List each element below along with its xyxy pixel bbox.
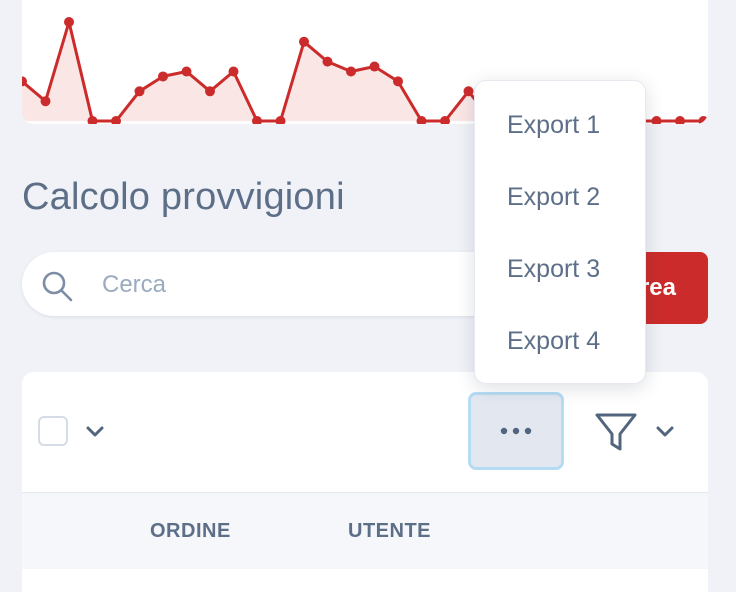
export-dropdown-menu: Export 1 Export 2 Export 3 Export 4 xyxy=(474,80,646,384)
sparkline-point xyxy=(346,66,356,77)
sparkline-point xyxy=(299,36,309,47)
filter-icon[interactable] xyxy=(594,410,638,454)
ellipsis-icon xyxy=(500,427,532,435)
sparkline-point xyxy=(675,116,685,124)
sparkline-point xyxy=(369,61,380,72)
sparkline-point xyxy=(463,86,474,97)
sparkline-point xyxy=(134,86,145,97)
sparkline-point xyxy=(205,86,215,97)
sparkline-point xyxy=(40,96,51,107)
search-input[interactable] xyxy=(100,264,484,306)
menu-item-export-2[interactable]: Export 2 xyxy=(475,161,645,233)
select-all-checkbox[interactable] xyxy=(38,416,68,446)
sparkline-point xyxy=(181,66,192,77)
column-header-ordine[interactable]: ORDINE xyxy=(150,520,231,543)
chevron-down-icon[interactable] xyxy=(654,422,676,440)
table-header: ORDINE UTENTE xyxy=(22,492,708,569)
sparkline-point xyxy=(228,66,239,77)
more-actions-button[interactable] xyxy=(468,392,564,470)
menu-item-export-3[interactable]: Export 3 xyxy=(475,233,645,305)
sparkline-point xyxy=(393,76,403,87)
sparkline-point xyxy=(64,17,74,27)
search-box[interactable] xyxy=(22,252,492,316)
sparkline-point xyxy=(651,116,662,124)
sparkline-point xyxy=(158,71,168,82)
sparkline-point xyxy=(698,116,708,124)
page-title: Calcolo provvigioni xyxy=(22,176,345,218)
sparkline-point xyxy=(322,56,333,67)
search-icon xyxy=(42,271,73,302)
table-card: ORDINE UTENTE xyxy=(22,372,708,592)
menu-item-export-4[interactable]: Export 4 xyxy=(475,305,645,377)
chevron-down-icon[interactable] xyxy=(84,422,106,440)
column-header-utente[interactable]: UTENTE xyxy=(348,520,431,543)
menu-item-export-1[interactable]: Export 1 xyxy=(475,89,645,161)
